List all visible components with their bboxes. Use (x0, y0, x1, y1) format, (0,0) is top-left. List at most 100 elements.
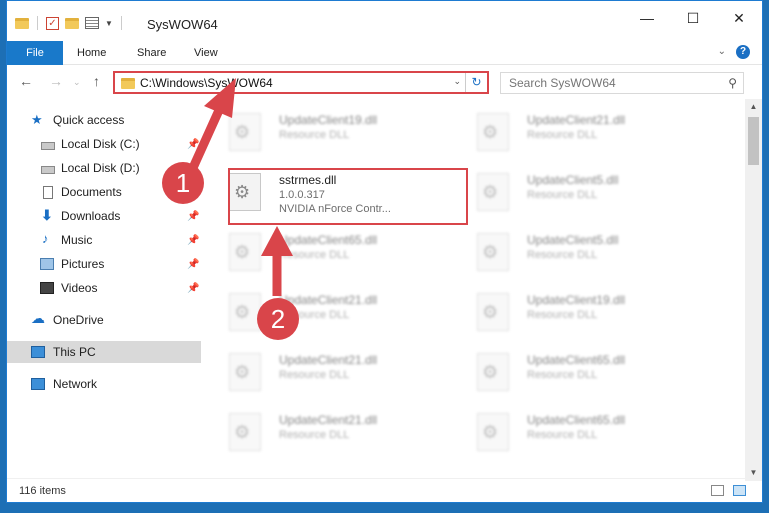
file-item[interactable]: ⚙ UpdateClient21.dll Resource DLL (469, 107, 699, 157)
tab-share[interactable]: Share (137, 47, 166, 59)
large-icons-view-icon[interactable] (733, 485, 746, 496)
file-item[interactable]: ⚙ UpdateClient21.dll Resource DLL (221, 407, 451, 457)
file-item[interactable]: ⚙ UpdateClient19.dll Resource DLL (221, 107, 451, 157)
address-bar[interactable]: C:\Windows\SysWOW64 ⌄ ↻ (113, 71, 489, 94)
sidebar-item-local-disk-c[interactable]: Local Disk (C:) 📌 (7, 133, 201, 155)
new-folder-icon[interactable] (65, 17, 79, 29)
search-icon: ⚲ (728, 76, 737, 90)
search-input[interactable] (501, 73, 711, 93)
drive-icon (41, 142, 55, 150)
sidebar-item-pictures[interactable]: Pictures 📌 (7, 253, 201, 275)
address-dropdown-chevron-icon[interactable]: ⌄ (453, 76, 461, 87)
file-item[interactable]: ⚙ UpdateClient65.dll Resource DLL (469, 347, 699, 397)
folder-icon (121, 78, 135, 89)
step-badge-1: 1 (162, 162, 204, 204)
sidebar-item-quick-access[interactable]: ★ Quick access (7, 109, 201, 131)
file-item[interactable]: ⚙ UpdateClient5.dll Resource DLL (469, 227, 699, 277)
file-name: UpdateClient19.dll (527, 293, 626, 307)
sidebar-item-music[interactable]: ♪ Music 📌 (7, 229, 201, 251)
file-item[interactable]: ⚙ UpdateClient21.dll Resource DLL (221, 287, 451, 337)
back-arrow-icon[interactable]: ← (19, 73, 33, 89)
dll-file-icon: ⚙ (229, 413, 261, 451)
minimize-button[interactable]: — (624, 1, 670, 35)
sidebar-item-downloads[interactable]: ⬇ Downloads 📌 (7, 205, 201, 227)
separator (37, 16, 38, 30)
network-icon (31, 378, 45, 390)
file-name: UpdateClient21.dll (527, 113, 626, 127)
sidebar-item-label: Quick access (53, 113, 125, 127)
onedrive-icon: ☁ (31, 310, 45, 326)
file-item[interactable]: ⚙ UpdateClient19.dll Resource DLL (469, 287, 699, 337)
dll-file-icon: ⚙ (477, 413, 509, 451)
file-item[interactable]: ⚙ UpdateClient65.dll Resource DLL (221, 227, 451, 277)
scroll-thumb[interactable] (748, 117, 759, 165)
up-arrow-icon[interactable]: ↑ (93, 73, 100, 89)
pin-icon[interactable]: 📌 (187, 259, 199, 270)
sidebar-item-label: Videos (61, 281, 98, 295)
quick-access-toolbar: ✓ ▼ (15, 16, 124, 30)
dll-file-icon: ⚙ (477, 233, 509, 271)
vertical-scrollbar[interactable]: ▲ ▼ (745, 99, 762, 481)
search-box[interactable]: ⚲ (500, 72, 744, 94)
tab-file[interactable]: File (7, 41, 63, 65)
properties-check-icon[interactable]: ✓ (46, 16, 59, 30)
sidebar-item-label: Local Disk (D:) (61, 161, 140, 175)
maximize-button[interactable]: ☐ (670, 1, 716, 35)
window-title: SysWOW64 (147, 17, 218, 32)
file-type: Resource DLL (279, 429, 350, 441)
pin-icon[interactable]: 📌 (187, 283, 199, 294)
sidebar-item-label: Downloads (61, 209, 121, 223)
file-item[interactable]: ⚙ UpdateClient5.dll Resource DLL (469, 167, 699, 217)
folder-icon (15, 17, 29, 29)
file-type: Resource DLL (527, 189, 598, 201)
file-type: Resource DLL (527, 129, 598, 141)
sidebar-item-label: This PC (53, 345, 96, 359)
refresh-icon[interactable]: ↻ (465, 73, 487, 92)
download-icon: ⬇ (41, 207, 53, 223)
help-icon[interactable]: ? (736, 45, 750, 59)
star-icon: ★ (31, 112, 43, 127)
recent-locations-chevron-icon[interactable]: ⌄ (73, 77, 81, 88)
pin-icon[interactable]: 📌 (187, 211, 199, 222)
file-item[interactable]: ⚙ UpdateClient65.dll Resource DLL (469, 407, 699, 457)
music-icon: ♪ (42, 231, 49, 246)
tab-home[interactable]: Home (77, 47, 106, 59)
file-type: Resource DLL (527, 429, 598, 441)
sidebar-item-label: OneDrive (53, 313, 104, 327)
window-controls: — ☐ ✕ (624, 1, 762, 35)
close-button[interactable]: ✕ (716, 1, 762, 35)
file-name: UpdateClient21.dll (279, 413, 378, 427)
address-path[interactable]: C:\Windows\SysWOW64 (140, 76, 273, 90)
scroll-up-arrow-icon[interactable]: ▲ (745, 99, 762, 115)
sidebar-item-network[interactable]: Network (7, 373, 201, 395)
tab-view[interactable]: View (194, 47, 218, 59)
sidebar-item-label: Music (61, 233, 93, 247)
sidebar-item-this-pc[interactable]: This PC (7, 341, 201, 363)
file-type: Resource DLL (279, 129, 350, 141)
file-type: Resource DLL (527, 369, 598, 381)
properties-icon[interactable] (85, 17, 99, 29)
file-item[interactable]: ⚙ UpdateClient21.dll Resource DLL (221, 347, 451, 397)
file-type: Resource DLL (527, 249, 598, 261)
drive-icon (41, 166, 55, 174)
dll-file-icon: ⚙ (477, 173, 509, 211)
file-type: Resource DLL (279, 249, 350, 261)
forward-arrow-icon[interactable]: → (49, 73, 63, 89)
navigation-pane: ★ Quick access Local Disk (C:) 📌 Local D… (7, 105, 201, 465)
details-view-icon[interactable] (711, 485, 724, 496)
dll-file-icon: ⚙ (229, 293, 261, 331)
sidebar-item-label: Pictures (61, 257, 105, 271)
explorer-window: ✓ ▼ SysWOW64 — ☐ ✕ File Home Share View … (6, 0, 763, 503)
file-name: UpdateClient65.dll (279, 233, 378, 247)
target-file-highlight (228, 168, 468, 225)
sidebar-item-videos[interactable]: Videos 📌 (7, 277, 201, 299)
item-count: 116 items (19, 485, 66, 497)
pin-icon[interactable]: 📌 (187, 139, 199, 150)
expand-ribbon-chevron-icon[interactable]: ⌄ (718, 46, 726, 57)
pin-icon[interactable]: 📌 (187, 235, 199, 246)
chevron-down-icon[interactable]: ▼ (105, 19, 113, 28)
sidebar-item-label: Local Disk (C:) (61, 137, 140, 151)
documents-icon (43, 186, 53, 199)
navigation-bar: ← → ⌄ ↑ C:\Windows\SysWOW64 ⌄ ↻ ⚲ (7, 67, 762, 99)
sidebar-item-onedrive[interactable]: ☁ OneDrive (7, 309, 201, 331)
